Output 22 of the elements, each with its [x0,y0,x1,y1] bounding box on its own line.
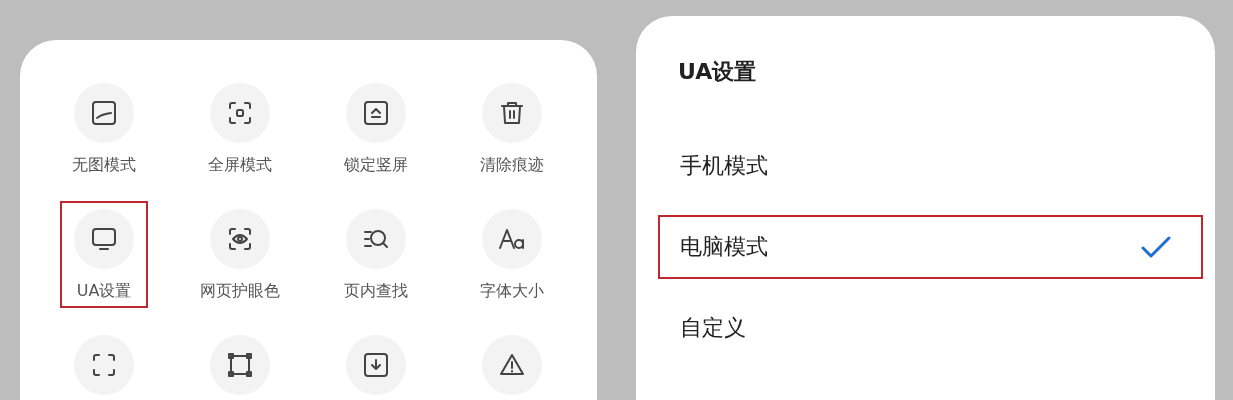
tool-button[interactable]: 字体大小 [468,201,556,308]
tool-button[interactable]: 网页护眼色 [196,201,284,308]
eye-icon [226,225,254,253]
download-icon [362,351,390,379]
tool-button[interactable]: 全屏模式 [196,75,284,182]
lock-screen-icon [362,99,390,127]
tool-button[interactable]: 锁定竖屏 [332,75,420,182]
monitor-icon [90,225,118,253]
dialog-title: UA设置 [677,60,758,84]
crop-icon [226,351,254,379]
tool-button[interactable]: 无图模式 [60,75,148,182]
scan-frame-icon [226,99,254,127]
check-icon [1141,236,1171,258]
tool-button[interactable]: 页内查找 [332,201,420,308]
tool-button[interactable]: UA设置 [60,201,148,308]
mode-option[interactable]: 电脑模式 [658,215,1203,279]
mode-option[interactable]: 手机模式 [658,134,1203,198]
mode-option[interactable]: 自定义 [658,296,1203,360]
fullscreen-icon [90,351,118,379]
image-frame-icon [90,99,118,127]
tool-button[interactable]: 清除痕迹 [468,75,556,182]
trash-icon [498,99,526,127]
